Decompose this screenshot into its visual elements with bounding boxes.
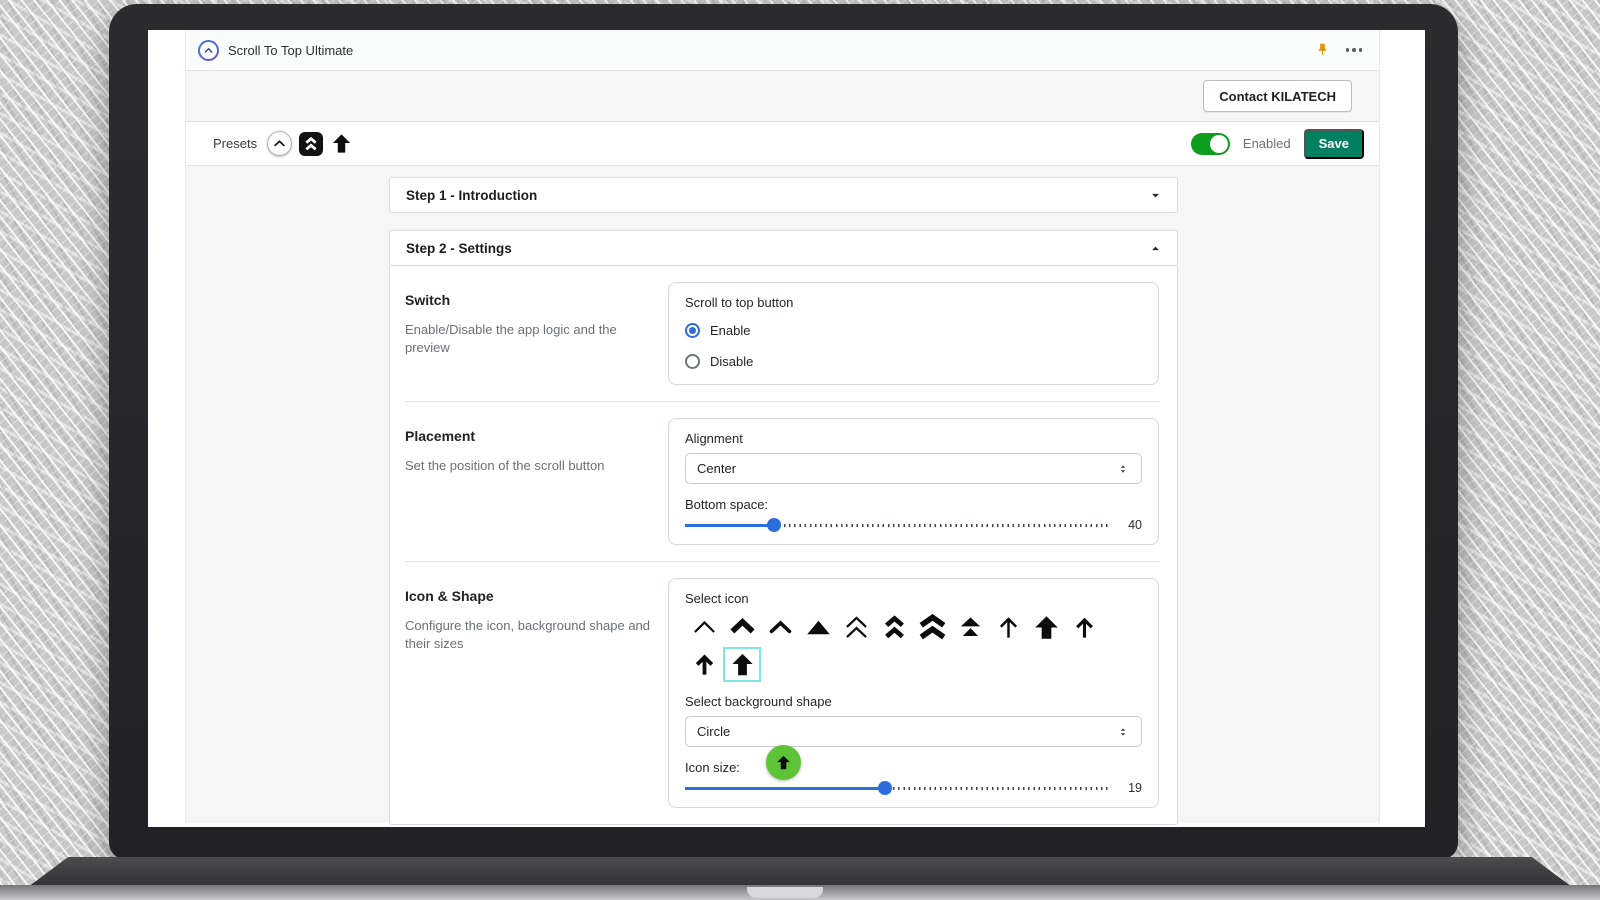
- section-placement: Placement Set the position of the scroll…: [390, 402, 1177, 561]
- main-content: Step 1 - Introduction Step 2 - Settings …: [186, 166, 1379, 825]
- app-logo-chevron-icon: [198, 40, 219, 61]
- accordion-step2[interactable]: Step 2 - Settings: [389, 230, 1178, 266]
- arrow-up-solid-icon: [777, 755, 790, 770]
- section-title: Placement: [405, 428, 476, 444]
- icon-option-arrow-up-solid[interactable]: [723, 647, 761, 682]
- presets-label: Presets: [213, 136, 258, 151]
- arrow-up-block-icon: [1034, 616, 1058, 639]
- background-shape-value: Circle: [697, 724, 731, 739]
- section-title: Switch: [405, 292, 451, 308]
- laptop-lid-notch: [747, 887, 823, 898]
- app-header: Scroll To Top Ultimate: [186, 30, 1379, 71]
- accordion-step1-label: Step 1 - Introduction: [406, 187, 538, 203]
- more-options-icon[interactable]: [1345, 48, 1362, 52]
- section-switch: Switch Enable/Disable the app logic and …: [390, 266, 1177, 401]
- chevron-down-icon: [1150, 190, 1161, 201]
- alignment-label: Alignment: [685, 431, 743, 446]
- double-chevron-up-wide-icon: [919, 614, 945, 640]
- pin-icon[interactable]: [1315, 42, 1330, 58]
- section-title: Icon & Shape: [405, 588, 494, 604]
- radio-option-enable[interactable]: Enable: [685, 319, 1142, 341]
- scroll-button-preview[interactable]: [766, 745, 801, 780]
- radio-group: Enable Disable: [685, 319, 1142, 372]
- radio-unselected-icon[interactable]: [685, 353, 700, 369]
- icon-option-double-chevron-up-thin[interactable]: [837, 610, 875, 645]
- background-shape-select[interactable]: Circle: [685, 716, 1142, 747]
- chevron-up-medium-icon: [769, 620, 791, 634]
- save-button[interactable]: Save: [1303, 128, 1364, 159]
- select-stepper-icon: [1116, 462, 1130, 476]
- section-description: Set the position of the scroll button: [405, 458, 605, 473]
- radio-selected-icon[interactable]: [685, 322, 700, 338]
- triangle-up-solid-icon: [806, 620, 830, 635]
- chevron-up-bold-icon: [729, 618, 755, 634]
- icon-option-arrow-up-medium[interactable]: [1065, 610, 1103, 645]
- double-chevron-up-bold-icon: [884, 615, 904, 639]
- icon-option-double-chevron-up-bold[interactable]: [875, 610, 913, 645]
- background-shape-label: Select background shape: [685, 694, 832, 709]
- arrow-up-medium-icon: [1075, 617, 1093, 638]
- section-description: Enable/Disable the app logic and the pre…: [405, 322, 617, 356]
- accordion-step2-body: Switch Enable/Disable the app logic and …: [389, 266, 1178, 825]
- icon-option-arrow-up-block[interactable]: [1027, 610, 1065, 645]
- preset-solid-arrow-up[interactable]: [330, 132, 353, 155]
- icon-option-triangle-up-solid[interactable]: [799, 610, 837, 645]
- icon-option-arrow-up-thin[interactable]: [989, 610, 1027, 645]
- presets-bar: Presets Enabled Save: [186, 121, 1379, 166]
- alignment-select[interactable]: Center: [685, 453, 1142, 484]
- icon-option-chevron-up-thin[interactable]: [685, 610, 723, 645]
- arrow-up-thin-icon: [999, 617, 1017, 638]
- arrow-up-solid-icon: [332, 134, 351, 153]
- icon-size-value: 19: [1128, 781, 1142, 795]
- preset-buttons: [267, 131, 353, 156]
- icon-option-double-triangle-up[interactable]: [951, 610, 989, 645]
- select-stepper-icon: [1116, 725, 1130, 739]
- icon-option-chevron-up-bold[interactable]: [723, 610, 761, 645]
- chevron-up-thin-icon: [693, 620, 715, 633]
- app-window: Scroll To Top Ultimate Contact KILATECH …: [185, 30, 1380, 825]
- enabled-label: Enabled: [1242, 136, 1291, 151]
- double-chevron-up-thin-icon: [845, 616, 867, 638]
- bottom-space-label: Bottom space:: [685, 497, 769, 512]
- chevron-up-icon: [1150, 243, 1161, 254]
- chevron-up-medium-icon: [274, 140, 285, 147]
- screen-content: Scroll To Top Ultimate Contact KILATECH …: [148, 30, 1425, 827]
- icon-option-arrow-up-bold[interactable]: [685, 647, 723, 682]
- accordion-step2-label: Step 2 - Settings: [406, 240, 512, 256]
- icon-option-double-chevron-up-wide[interactable]: [913, 610, 951, 645]
- double-chevron-up-bold-icon: [305, 136, 317, 150]
- radio-option-disable[interactable]: Disable: [685, 350, 1142, 372]
- section-description: Configure the icon, background shape and…: [405, 618, 651, 652]
- arrow-up-solid-icon: [731, 653, 753, 676]
- arrow-up-bold-icon: [695, 654, 713, 675]
- bottom-space-slider[interactable]: [685, 518, 1111, 532]
- laptop-base: [28, 857, 1572, 887]
- icon-size-slider[interactable]: [685, 781, 1111, 795]
- subheader: Contact KILATECH: [186, 71, 1379, 121]
- bottom-space-value: 40: [1128, 518, 1142, 532]
- accordion-step1[interactable]: Step 1 - Introduction: [389, 177, 1178, 213]
- icon-grid: [685, 610, 1107, 684]
- page-title: Scroll To Top Ultimate: [228, 42, 354, 58]
- preset-circle-chevron-up[interactable]: [267, 131, 293, 156]
- icon-size-label: Icon size:: [685, 760, 740, 775]
- icon-option-chevron-up-medium[interactable]: [761, 610, 799, 645]
- double-triangle-up-icon: [960, 617, 980, 636]
- enabled-toggle[interactable]: [1190, 132, 1230, 155]
- section-icon-shape: Icon & Shape Configure the icon, backgro…: [390, 562, 1177, 824]
- alignment-value: Center: [697, 461, 737, 476]
- scroll-to-top-group-label: Scroll to top button: [685, 295, 794, 310]
- select-icon-label: Select icon: [685, 591, 749, 606]
- contact-kilatech-button[interactable]: Contact KILATECH: [1203, 80, 1352, 112]
- preset-square-double-chevron-up[interactable]: [299, 131, 324, 156]
